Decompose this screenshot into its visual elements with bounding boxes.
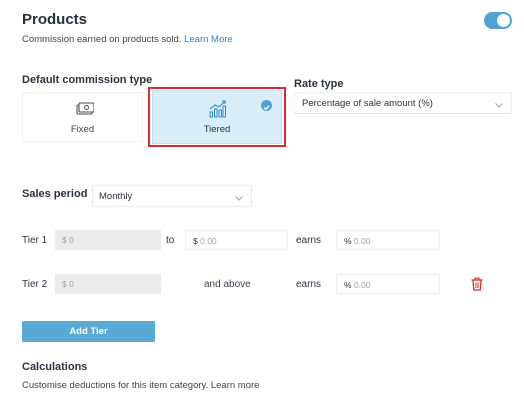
chevron-down-icon: [235, 193, 243, 204]
subtitle-text: Commission earned on products sold.: [22, 34, 182, 45]
tier2-from-input[interactable]: $ 0: [55, 274, 161, 294]
tier1-to-input[interactable]: $ 0.00: [185, 230, 288, 250]
page-title: Products: [22, 11, 88, 28]
cash-icon: [76, 102, 95, 121]
learn-more-link[interactable]: Learn More: [184, 34, 233, 45]
percent-symbol: %: [344, 280, 352, 290]
sales-period-label: Sales period: [22, 188, 88, 200]
tier1-to-label: to: [166, 235, 175, 246]
tier1-label: Tier 1: [22, 235, 48, 246]
percent-symbol: %: [344, 236, 352, 246]
tier1-earns-label: earns: [296, 235, 322, 246]
rate-type-label: Rate type: [294, 78, 344, 90]
tier1-percent-input[interactable]: % 0.00: [336, 230, 440, 250]
trash-icon[interactable]: [471, 277, 483, 296]
sales-period-value: Monthly: [99, 191, 133, 202]
tier2-percent-placeholder: 0.00: [353, 280, 371, 290]
tiered-highlight-box: [148, 87, 286, 147]
page-subtitle: Commission earned on products sold. Lear…: [22, 34, 233, 45]
tier1-to-placeholder: 0.00: [200, 236, 217, 246]
products-toggle[interactable]: [484, 12, 512, 29]
tier2-above-label: and above: [204, 279, 251, 290]
rate-type-value: Percentage of sale amount (%): [302, 98, 433, 109]
calculations-subtitle-text: Customise deductions for this item categ…: [22, 380, 209, 391]
sales-period-select[interactable]: Monthly: [92, 185, 252, 207]
tier2-earns-label: earns: [296, 279, 322, 290]
commission-option-fixed[interactable]: Fixed: [22, 92, 143, 142]
tier2-percent-input[interactable]: % 0.00: [336, 274, 440, 294]
chevron-down-icon: [495, 100, 503, 111]
commission-type-label: Default commission type: [22, 74, 153, 86]
tier1-percent-placeholder: 0.00: [353, 236, 371, 246]
calculations-subtitle: Customise deductions for this item categ…: [22, 380, 259, 391]
calculations-learn-more-link[interactable]: Learn more: [211, 380, 260, 391]
commission-option-fixed-label: Fixed: [70, 124, 95, 135]
currency-symbol: $: [193, 236, 198, 246]
rate-type-select[interactable]: Percentage of sale amount (%): [294, 92, 512, 114]
tier2-label: Tier 2: [22, 279, 48, 290]
tier1-from-input[interactable]: $ 0: [55, 230, 161, 250]
toggle-knob: [497, 14, 510, 27]
add-tier-button[interactable]: Add Tier: [22, 321, 155, 342]
calculations-title: Calculations: [22, 361, 88, 373]
